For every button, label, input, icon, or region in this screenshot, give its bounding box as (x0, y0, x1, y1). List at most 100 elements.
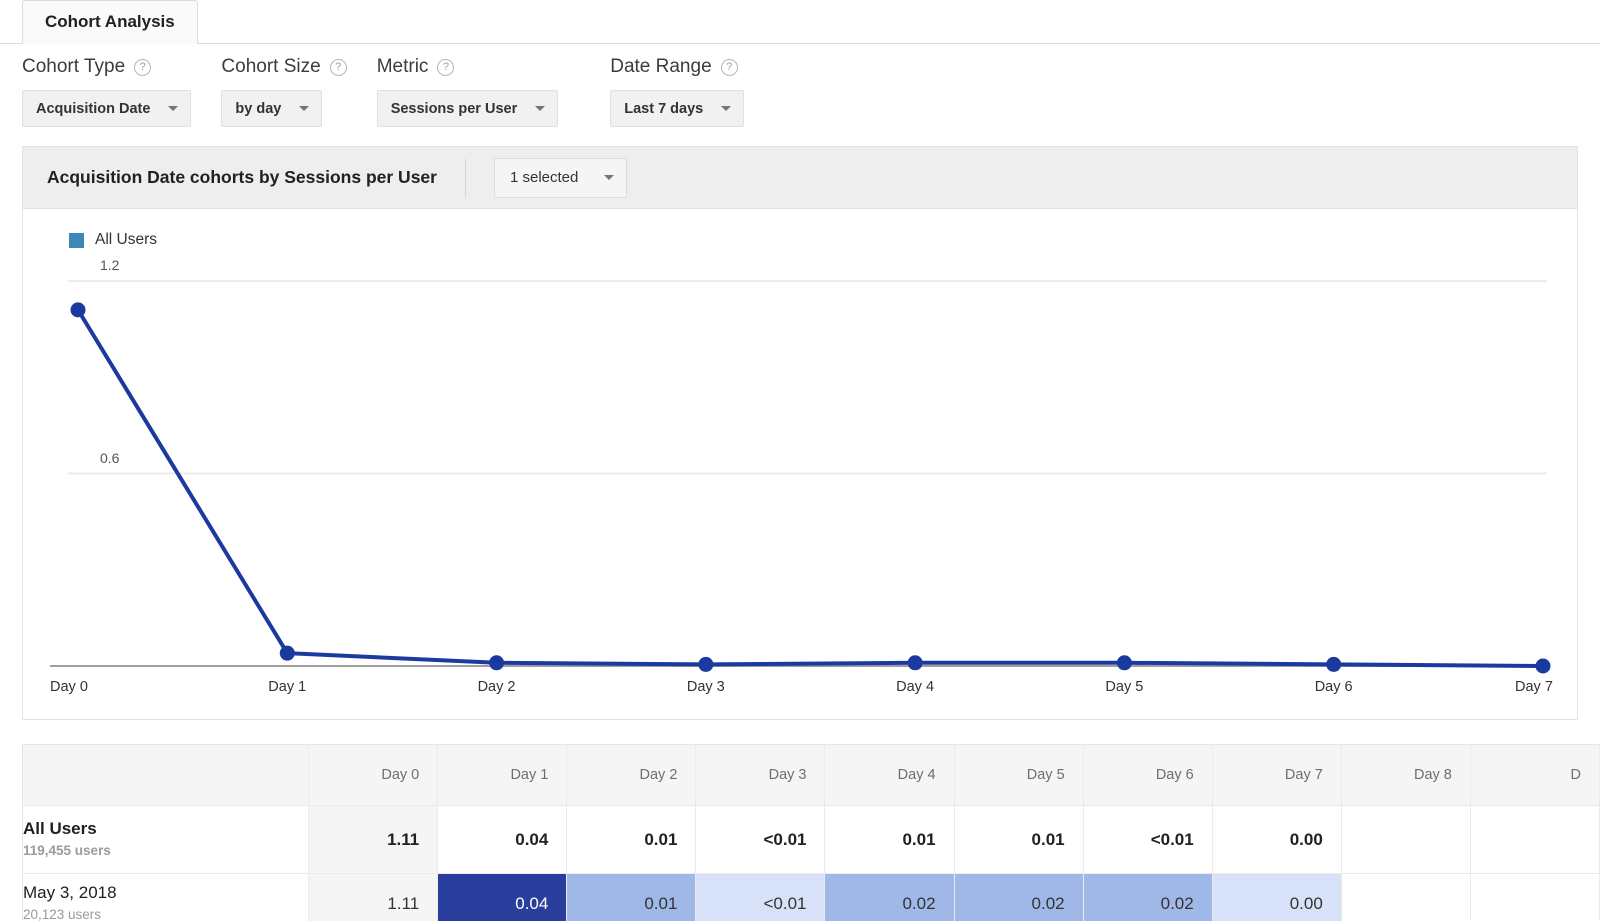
x-axis-tick-label: Day 0 (50, 679, 88, 695)
cohort-size-select[interactable]: by day (221, 90, 323, 127)
col-header-label[interactable] (22, 744, 310, 806)
chevron-down-icon (299, 106, 310, 111)
table-cell-day-3[interactable]: <0.01 (695, 805, 826, 874)
table-cell-day-5[interactable]: 0.02 (954, 873, 1084, 921)
table-cell-day-8[interactable] (1341, 873, 1471, 921)
control-date-range: Date Range ? Last 7 days (610, 54, 745, 127)
legend-swatch-all-users (69, 232, 84, 248)
col-header-day-8[interactable]: Day 8 (1341, 744, 1471, 806)
row-name: All Users (23, 819, 97, 839)
data-point[interactable] (70, 302, 86, 318)
help-icon[interactable]: ? (720, 58, 738, 76)
col-header-day-9[interactable]: D (1470, 744, 1600, 806)
y-axis-tick-label: 1.2 (100, 257, 120, 273)
table-body: All Users 119,455 users 1.11 0.04 0.01 <0.01 0… (22, 805, 1600, 921)
cohort-size-label-text: Cohort Size (221, 56, 321, 77)
date-range-value: Last 7 days (624, 100, 704, 117)
table-row[interactable]: May 3, 2018 20,123 users 1.11 0.04 0.01 <0.01… (22, 873, 1600, 921)
chart-title: Acquisition Date cohorts by Sessions per… (47, 167, 437, 187)
table-cell-day-6[interactable]: <0.01 (1083, 805, 1213, 874)
chevron-down-icon (535, 106, 546, 111)
row-label-cell: May 3, 2018 20,123 users (22, 873, 310, 921)
table-cell-day-1[interactable]: 0.04 (437, 805, 568, 874)
date-range-label-text: Date Range (610, 56, 712, 77)
row-label-cell: All Users 119,455 users (22, 805, 310, 874)
table-row[interactable]: All Users 119,455 users 1.11 0.04 0.01 <0.01 0… (22, 805, 1600, 874)
table-cell-day-5[interactable]: 0.01 (954, 805, 1084, 874)
row-user-count: 119,455 users (23, 842, 111, 858)
table-cell-day-4[interactable]: 0.01 (824, 805, 955, 874)
table-cell-day-9[interactable] (1470, 805, 1600, 874)
data-point[interactable] (698, 656, 714, 672)
controls-bar: Cohort Type ? Acquisition Date Cohort Si… (0, 44, 1600, 127)
col-header-day-4[interactable]: Day 4 (824, 744, 955, 806)
col-header-day-0[interactable]: Day 0 (308, 744, 439, 806)
col-header-day-6[interactable]: Day 6 (1083, 744, 1213, 806)
chevron-down-icon (721, 106, 732, 111)
y-axis-tick-label: 0.6 (100, 449, 120, 466)
x-axis-tick-label: Day 6 (1314, 679, 1353, 695)
chevron-down-icon (168, 106, 179, 111)
table-cell-day-0[interactable]: 1.11 (308, 805, 439, 874)
tab-label: Cohort Analysis (45, 12, 175, 31)
metric-select[interactable]: Sessions per User (376, 90, 559, 127)
table-cell-day-9[interactable] (1470, 873, 1600, 921)
series-line-all-users (76, 307, 1545, 668)
table-header-row: Day 0 Day 1 Day 2 Day 3 Day 4 Day 5 Day … (22, 744, 1600, 806)
date-range-select[interactable]: Last 7 days (610, 90, 745, 127)
table-cell-day-6[interactable]: 0.02 (1083, 873, 1213, 921)
series-selector-value: 1 selected (509, 169, 579, 186)
table-cell-day-1[interactable]: 0.04 (437, 873, 568, 921)
data-point[interactable] (489, 655, 505, 671)
x-axis-tick-label: Day 5 (1105, 679, 1144, 695)
cohort-type-label-text: Cohort Type (22, 56, 126, 77)
col-header-day-3[interactable]: Day 3 (695, 744, 826, 806)
col-header-day-2[interactable]: Day 2 (566, 744, 697, 806)
date-range-label: Date Range ? (610, 54, 744, 80)
data-point[interactable] (1326, 656, 1342, 672)
cohort-table: Day 0 Day 1 Day 2 Day 3 Day 4 Day 5 Day … (22, 744, 1600, 921)
x-axis-tick-label: Day 1 (268, 679, 307, 695)
series-selector[interactable]: 1 selected (493, 157, 628, 198)
control-cohort-type: Cohort Type ? Acquisition Date (22, 54, 192, 127)
x-axis-tick-label: Day 2 (477, 679, 516, 695)
col-header-day-7[interactable]: Day 7 (1212, 744, 1342, 806)
row-name: May 3, 2018 (23, 883, 117, 903)
table-header: Day 0 Day 1 Day 2 Day 3 Day 4 Day 5 Day … (22, 744, 1600, 806)
help-icon[interactable]: ? (329, 58, 347, 76)
row-user-count: 20,123 users (23, 906, 102, 921)
table-cell-day-3[interactable]: <0.01 (695, 873, 826, 921)
x-axis-tick-label: Day 3 (686, 679, 725, 695)
control-metric: Metric ? Sessions per User (376, 54, 559, 127)
tab-cohort-analysis[interactable]: Cohort Analysis (22, 0, 198, 44)
metric-label-text: Metric (376, 56, 429, 77)
metric-label: Metric ? (377, 54, 559, 80)
cohort-size-value: by day (235, 100, 282, 117)
cohort-type-select[interactable]: Acquisition Date (22, 90, 192, 127)
cohort-type-value: Acquisition Date (36, 100, 151, 117)
control-cohort-size: Cohort Size ? by day (221, 54, 347, 127)
cohort-size-label: Cohort Size ? (221, 54, 347, 80)
x-axis-tick-label: Day 7 (1515, 679, 1553, 695)
table-cell-day-7[interactable]: 0.00 (1212, 873, 1342, 921)
table-cell-day-4[interactable]: 0.02 (824, 873, 955, 921)
table-cell-day-2[interactable]: 0.01 (566, 805, 697, 874)
data-point[interactable] (1535, 658, 1551, 674)
help-icon[interactable]: ? (134, 58, 152, 76)
table-cell-day-0[interactable]: 1.11 (308, 873, 439, 921)
tab-strip: Cohort Analysis (0, 0, 1600, 44)
col-header-day-1[interactable]: Day 1 (437, 744, 568, 806)
col-header-day-5[interactable]: Day 5 (954, 744, 1084, 806)
chart-legend: All Users (23, 209, 1577, 249)
data-point[interactable] (1116, 655, 1132, 671)
chart-plot-area: 1.2 0.6 Day 0 Day 1 Day 2 Day 3 Day 4 Day 5 Day … (23, 249, 1577, 719)
metric-value: Sessions per User (390, 100, 518, 117)
help-icon[interactable]: ? (437, 58, 455, 76)
table-cell-day-7[interactable]: 0.00 (1212, 805, 1342, 874)
data-point[interactable] (279, 645, 295, 661)
table-cell-day-8[interactable] (1341, 805, 1471, 874)
data-point[interactable] (907, 655, 923, 671)
cohort-line-chart (50, 280, 1551, 674)
table-cell-day-2[interactable]: 0.01 (566, 873, 697, 921)
chevron-down-icon (604, 175, 615, 180)
